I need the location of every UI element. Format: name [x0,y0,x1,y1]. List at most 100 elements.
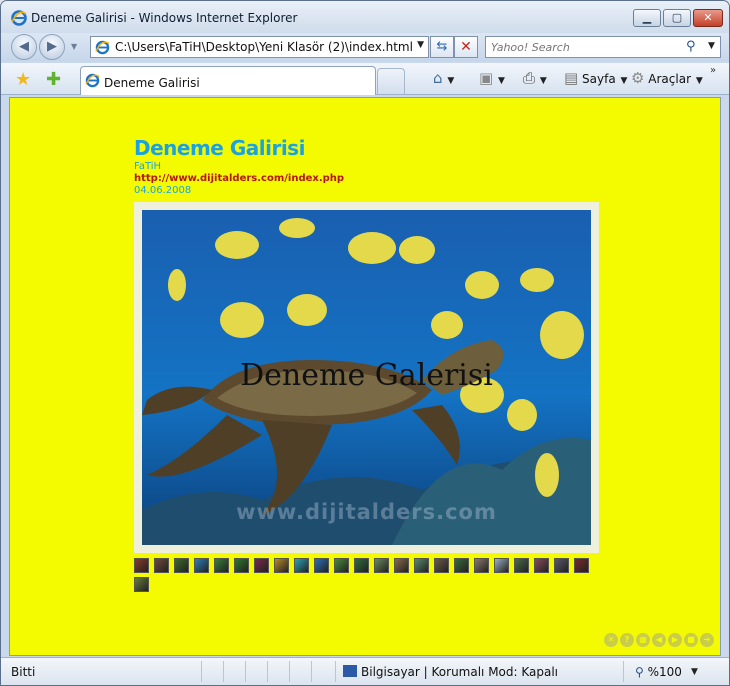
print-dropdown-icon[interactable]: ▼ [537,76,547,86]
page-ie-icon [95,40,110,55]
rss-icon: ▣ [479,69,494,87]
overflow-chevron-icon[interactable]: » [710,65,716,76]
zoom-control[interactable]: ⚲ %100 [635,665,682,679]
search-box[interactable]: ⚲ ▼ [485,36,721,58]
status-divider [267,661,268,682]
thumbnail-11[interactable] [334,558,349,573]
photo-watermark: www.dijitalders.com [236,500,497,524]
close-icon[interactable]: ✕ [604,633,618,647]
thumbnail-6[interactable] [234,558,249,573]
security-zone-label: Bilgisayar | Korumalı Mod: Kapalı [361,665,559,679]
status-divider [335,661,336,682]
grid-icon[interactable]: ▦ [636,633,650,647]
feeds-button[interactable]: ▣ ▼ [479,69,505,89]
thumbnail-13[interactable] [374,558,389,573]
minimize-button[interactable]: ▁ [633,9,661,27]
forward-button[interactable]: ▶ [39,34,65,60]
window-title: Deneme Galirisi - Windows Internet Explo… [31,11,298,25]
favorites-star-icon[interactable]: ★ [15,69,31,90]
close-icon: ✕ [703,11,713,24]
photo-caption: Deneme Galerisi [240,358,493,393]
next-icon[interactable]: ➔ [700,633,714,647]
close-window-button[interactable]: ✕ [693,9,723,27]
stop-icon: ✕ [460,39,472,55]
slideshow-controls: ✕ ? ▦ ◀ ▶ ■ ➔ [604,633,716,649]
stop-button[interactable]: ✕ [454,36,478,58]
thumbnail-4[interactable] [194,558,209,573]
main-photo[interactable]: Deneme Galerisi www.dijitalders.com [142,210,591,545]
search-input[interactable] [486,37,682,57]
thumbnail-1[interactable] [134,558,149,573]
home-button[interactable]: ⌂ ▼ [433,69,454,89]
address-dropdown-icon[interactable]: ▼ [417,40,424,50]
computer-zone-icon [343,665,357,677]
thumbnail-8[interactable] [274,558,289,573]
refresh-icon: ⇆ [436,39,448,54]
back-button[interactable]: ◀ [11,34,37,60]
feeds-dropdown-icon[interactable]: ▼ [495,76,505,86]
thumbnail-10[interactable] [314,558,329,573]
thumbnail-2[interactable] [154,558,169,573]
thumbnail-24[interactable] [134,577,149,592]
address-bar[interactable]: C:\Users\FaTiH\Desktop\Yeni Klasör (2)\i… [90,36,429,58]
thumbnail-21[interactable] [534,558,549,573]
thumbnail-23[interactable] [574,558,589,573]
help-icon[interactable]: ? [620,633,634,647]
status-divider [201,661,202,682]
home-dropdown-icon[interactable]: ▼ [445,76,454,86]
security-zone[interactable]: Bilgisayar | Korumalı Mod: Kapalı [343,665,558,679]
command-bar: ★ ✚ Deneme Galirisi ⌂ ▼ ▣ ▼ ⎙ ▼ ▤ Sayfa … [1,63,729,95]
new-tab-button[interactable] [377,68,405,94]
search-icon[interactable]: ⚲ [686,39,696,54]
zoom-dropdown-icon[interactable]: ▼ [691,667,698,677]
zoom-icon: ⚲ [635,665,644,679]
thumbnail-19[interactable] [494,558,509,573]
minimize-icon: ▁ [642,11,652,24]
status-divider [311,661,312,682]
history-dropdown-icon[interactable]: ▼ [71,42,77,51]
prev-icon[interactable]: ◀ [652,633,666,647]
status-text: Bitti [11,665,36,679]
gear-icon: ⚙ [631,69,645,87]
ie-logo-icon [11,10,27,26]
thumbnail-22[interactable] [554,558,569,573]
tools-dropdown-icon: ▼ [693,76,703,86]
play-icon[interactable]: ▶ [668,633,682,647]
home-icon: ⌂ [433,69,443,87]
maximize-button[interactable]: ▢ [663,9,691,27]
thumbnail-7[interactable] [254,558,269,573]
page-viewport: Deneme Galirisi FaTiH http://www.dijital… [9,97,721,656]
navigation-bar: ◀ ▶ ▼ C:\Users\FaTiH\Desktop\Yeni Klasör… [1,33,729,61]
status-divider [245,661,246,682]
zoom-level: %100 [647,665,682,679]
page-dropdown-icon: ▼ [617,76,628,86]
page-menu-label: Sayfa [582,72,616,86]
tab-label: Deneme Galirisi [104,76,200,90]
gallery-url-link[interactable]: http://www.dijitalders.com/index.php [134,173,344,184]
thumbnail-3[interactable] [174,558,189,573]
maximize-icon: ▢ [671,11,683,24]
thumbnail-12[interactable] [354,558,369,573]
stop-icon[interactable]: ■ [684,633,698,647]
tools-menu-button[interactable]: ⚙ Araçlar ▼ [631,69,703,89]
address-url[interactable]: C:\Users\FaTiH\Desktop\Yeni Klasör (2)\i… [115,40,413,54]
thumbnail-16[interactable] [434,558,449,573]
gallery-date: 04.06.2008 [134,185,192,196]
thumbnail-15[interactable] [414,558,429,573]
thumbnail-18[interactable] [474,558,489,573]
thumbnail-5[interactable] [214,558,229,573]
thumbnail-14[interactable] [394,558,409,573]
page-icon: ▤ [564,69,579,87]
thumbnail-17[interactable] [454,558,469,573]
add-favorites-icon[interactable]: ✚ [46,69,61,90]
refresh-button[interactable]: ⇆ [430,36,454,58]
thumbnail-9[interactable] [294,558,309,573]
tab-active[interactable]: Deneme Galirisi [80,66,376,95]
status-divider [623,661,624,682]
status-bar: Bitti Bilgisayar | Korumalı Mod: Kapalı … [1,657,729,685]
search-dropdown-icon[interactable]: ▼ [708,41,715,51]
print-button[interactable]: ⎙ ▼ [523,69,547,89]
page-menu-button[interactable]: ▤ Sayfa ▼ [564,69,627,89]
thumbnail-20[interactable] [514,558,529,573]
print-icon: ⎙ [523,69,536,87]
